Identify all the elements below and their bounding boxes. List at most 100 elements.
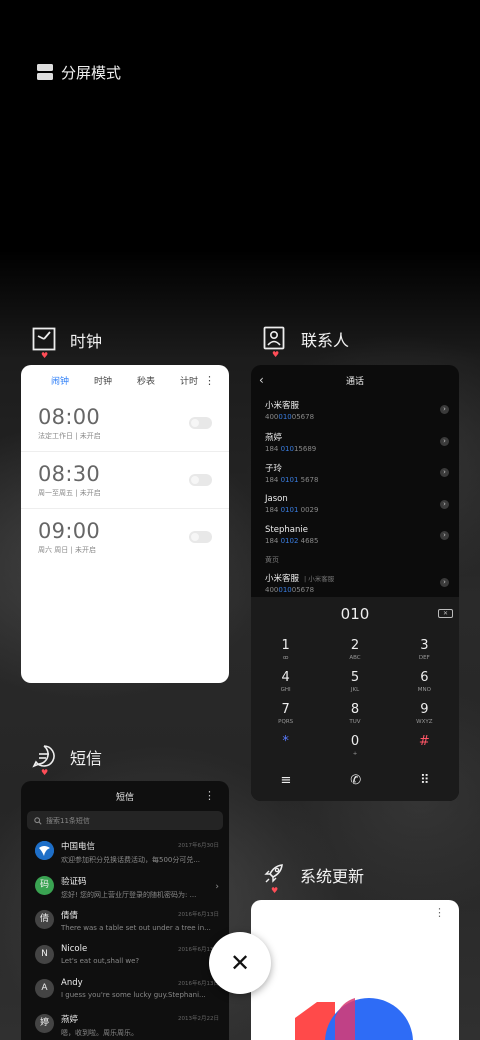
contact-name: Jason — [265, 493, 288, 504]
keypad-grid-icon[interactable]: ⠿ — [420, 773, 430, 788]
contact-row[interactable]: 燕婷 184 01015689 › — [251, 427, 459, 459]
sms-app-title: 短信 — [70, 749, 103, 768]
sms-thread[interactable]: 码 验证码 您好! 您的网上营业厅登录的随机密码为: ... › — [21, 869, 229, 904]
dial-key-5[interactable]: 5 JKL — [320, 669, 389, 699]
dial-key-4[interactable]: 4 GHI — [251, 669, 320, 699]
contact-number: 184 0101 0029 — [265, 505, 319, 514]
chevron-right-icon[interactable]: › — [440, 531, 449, 540]
more-icon[interactable]: ⋮ — [204, 789, 215, 802]
sms-preview: I guess you're some lucky guy.Stephani..… — [61, 991, 206, 999]
chevron-right-icon[interactable]: › — [215, 882, 219, 892]
dialpad: 010 ✕ 1ꝏ 2 ABC 3 DEF 4 GHI 5 JKL 6 MNO 7 PQRS … — [251, 597, 459, 801]
update-app-header[interactable]: ♥ 系统更新 — [262, 862, 365, 895]
split-screen-icon — [37, 64, 53, 80]
dial-key-0[interactable]: 0 + — [320, 733, 389, 763]
avatar: 码 — [35, 875, 54, 895]
clock-app-title: 时钟 — [70, 332, 103, 351]
clock-app-header[interactable]: ♥ 时钟 — [32, 327, 103, 360]
contact-number: 40001005678 — [265, 413, 315, 421]
tab-alarm[interactable]: 闹钟 — [51, 374, 69, 387]
more-icon[interactable]: ⋮ — [204, 374, 215, 387]
sms-date: 2016年6月13日 — [178, 981, 219, 987]
contact-row[interactable]: Jason 184 0101 0029 › — [251, 490, 459, 522]
sms-thread[interactable]: 中国电信 欢迎参加积分兑换话费活动，每500分可兑... 2017年6月30日 — [21, 834, 229, 869]
alarm-time: 08:30 — [38, 462, 101, 486]
contact-row[interactable]: 小米客服 40001005678 › — [251, 395, 459, 427]
dial-key-1[interactable]: 1ꝏ — [251, 637, 320, 667]
chevron-right-icon[interactable]: › — [440, 405, 449, 414]
dial-key-star[interactable]: * — [251, 733, 320, 763]
avatar: A — [35, 979, 54, 998]
alarm-toggle[interactable] — [189, 417, 212, 429]
rocket-icon: ♥ — [262, 862, 286, 895]
alarm-toggle[interactable] — [189, 531, 212, 543]
sms-thread[interactable]: N Nicole Let's eat out,shall we? 2016年6月… — [21, 938, 229, 973]
contacts-app-card[interactable]: ‹ 通话 小米客服 40001005678 › 燕婷 184 01015689 … — [251, 365, 459, 801]
chevron-right-icon[interactable]: › — [440, 436, 449, 446]
dial-keys: 1ꝏ 2 ABC 3 DEF 4 GHI 5 JKL 6 MNO 7 PQRS 8 TUV 9… — [251, 637, 459, 763]
alarm-toggle[interactable] — [189, 474, 212, 486]
sms-thread[interactable]: 婷 燕婷 嗯，收到啦。周乐周乐。 2013年2月22日 — [21, 1007, 229, 1040]
contact-number: 184 01015689 — [265, 444, 317, 453]
contacts-app-title: 联系人 — [301, 331, 350, 350]
contact-row[interactable]: 子玲 184 0101 5678 › — [251, 458, 459, 490]
sms-thread[interactable]: 倩 倩倩 There was a table set out under a t… — [21, 903, 229, 938]
split-screen-button[interactable]: 分屏模式 — [37, 60, 121, 84]
sms-search-input[interactable]: 搜索11条短信 — [27, 811, 223, 830]
sms-search-placeholder: 搜索11条短信 — [46, 816, 90, 825]
clock-app-card[interactable]: 闹钟 时钟 秒表 计时 ⋮ 08:00 法定工作日 | 未开启 08:30 周一… — [21, 365, 229, 683]
update-app-title: 系统更新 — [300, 867, 365, 886]
sms-preview: Let's eat out,shall we? — [61, 956, 140, 965]
contact-row[interactable]: Stephanie 184 0102 4685 › — [251, 521, 459, 553]
dial-key-3[interactable]: 3 DEF — [390, 637, 459, 667]
alarm-item[interactable]: 08:30 周一至周五 | 未开启 — [21, 452, 229, 509]
dial-key-6[interactable]: 6 MNO — [390, 669, 459, 699]
chevron-right-icon[interactable]: › — [440, 577, 449, 587]
dial-key-8[interactable]: 8 TUV — [320, 701, 389, 731]
sms-preview: There was a table set out under a tree i… — [61, 924, 211, 932]
chevron-right-icon[interactable]: › — [440, 468, 449, 477]
back-arrow-icon[interactable]: ‹ — [259, 373, 264, 387]
tab-clock[interactable]: 时钟 — [94, 374, 112, 387]
dial-actions: ≡ ✆ ⠿ — [251, 765, 459, 795]
alarm-item[interactable]: 08:00 法定工作日 | 未开启 — [21, 395, 229, 452]
telecom-logo-icon — [35, 841, 54, 860]
clock-app-icon: ♥ — [32, 327, 56, 360]
yellow-pages-section-label: 黄页 — [265, 555, 279, 564]
call-icon[interactable]: ✆ — [350, 773, 361, 788]
update-app-card[interactable]: ⋮ — [251, 900, 459, 1040]
contacts-app-header[interactable]: ♥ 联系人 — [263, 326, 350, 359]
contacts-title: 通话 — [345, 376, 364, 387]
chevron-right-icon[interactable]: › — [440, 499, 449, 509]
alarm-item[interactable]: 09:00 周六 周日 | 未开启 — [21, 509, 229, 566]
contact-name: 小米客服 — [265, 401, 300, 411]
dial-key-2[interactable]: 2 ABC — [320, 637, 389, 667]
tab-timer[interactable]: 计时 — [180, 374, 198, 387]
menu-icon[interactable]: ≡ — [280, 773, 291, 788]
sms-preview: 您好! 您的网上营业厅登录的随机密码为: ... — [61, 890, 197, 899]
yellow-page-row[interactable]: 小米客服 | 小米客服 40001005678 › — [251, 568, 459, 600]
close-icon: ✕ — [229, 949, 251, 977]
sms-date: 2016年6月13日 — [178, 912, 219, 918]
close-all-button[interactable]: ✕ — [209, 932, 271, 994]
avatar: 婷 — [35, 1013, 54, 1033]
contacts-app-icon: ♥ — [263, 326, 287, 359]
sms-preview: 嗯，收到啦。周乐周乐。 — [61, 1028, 138, 1037]
tab-stopwatch[interactable]: 秒表 — [137, 374, 155, 387]
contact-name: 燕婷 — [265, 432, 283, 443]
contact-number: 184 0101 5678 — [265, 476, 319, 484]
backspace-icon[interactable]: ✕ — [438, 609, 453, 618]
sms-app-header[interactable]: ♥ 短信 — [32, 744, 103, 777]
miui-10-logo — [295, 998, 413, 1040]
sms-app-card[interactable]: 短信 ⋮ 搜索11条短信 中国电信 欢迎参加积分兑换话费活动，每500分可兑..… — [21, 781, 229, 1040]
sms-date: 2013年2月22日 — [178, 1015, 219, 1022]
alarm-time: 09:00 — [38, 519, 101, 543]
dial-key-hash[interactable]: # — [390, 733, 459, 763]
dial-key-7[interactable]: 7 PQRS — [251, 701, 320, 731]
dial-key-9[interactable]: 9 WXYZ — [390, 701, 459, 731]
dial-input[interactable]: 010 — [251, 605, 459, 623]
sms-preview: 欢迎参加积分兑换话费活动，每500分可兑... — [61, 856, 201, 864]
contact-number: 184 0102 4685 — [265, 537, 319, 545]
sms-app-icon: ♥ — [32, 744, 56, 777]
sms-thread[interactable]: A Andy I guess you're some lucky guy.Ste… — [21, 972, 229, 1007]
